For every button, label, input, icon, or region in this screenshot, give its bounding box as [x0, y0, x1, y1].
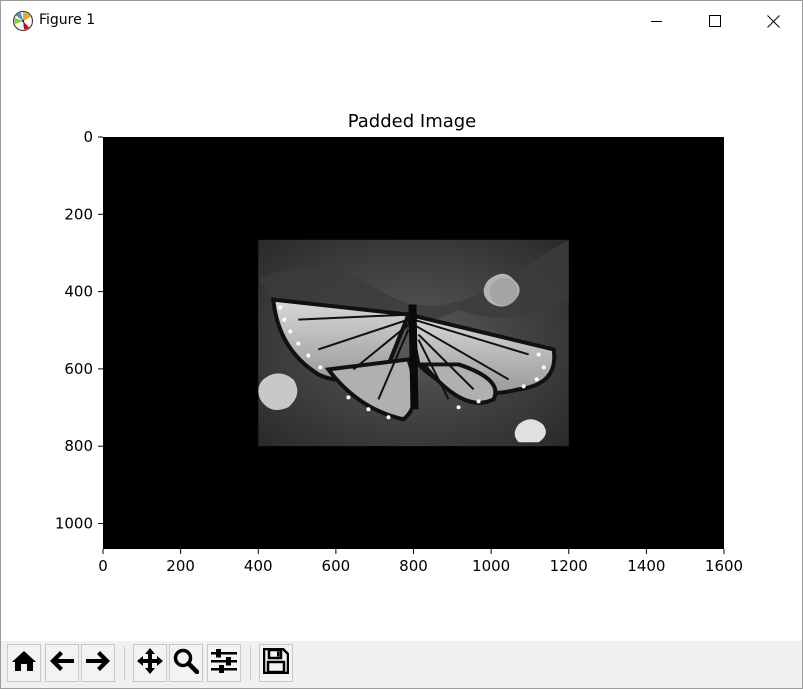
chart-title: Padded Image — [348, 111, 477, 132]
title-bar[interactable]: Figure 1 — [1, 1, 802, 41]
maximize-icon — [709, 15, 721, 27]
x-tick-label: 1000 — [472, 557, 510, 575]
floppy-disk-icon — [262, 647, 290, 678]
x-tick-label: 600 — [322, 557, 351, 575]
window-title: Figure 1 — [39, 12, 96, 28]
subplots-button[interactable] — [207, 644, 241, 682]
toolbar-separator — [250, 646, 251, 680]
navigation-toolbar — [1, 641, 802, 688]
x-tick-label: 400 — [244, 557, 273, 575]
figure-canvas[interactable]: Padded Image 0 200 400 600 800 1000 1200… — [1, 41, 802, 641]
x-tick-label: 1600 — [705, 557, 743, 575]
y-tick-label: 1000 — [55, 514, 93, 532]
home-button[interactable] — [7, 644, 41, 682]
image-plot: Padded Image 0 200 400 600 800 1000 1200… — [55, 111, 743, 575]
close-icon — [766, 14, 780, 28]
x-tick-label: 1400 — [627, 557, 665, 575]
minimize-icon — [651, 15, 663, 27]
x-axis: 0 200 400 600 800 1000 1200 1400 1600 — [98, 549, 743, 575]
figure-window: Figure 1 Padded Image 0 200 400 600 800 … — [0, 0, 803, 689]
move-icon — [137, 648, 163, 678]
zoom-button[interactable] — [169, 644, 203, 682]
x-tick-label: 0 — [98, 557, 108, 575]
y-tick-label: 800 — [64, 437, 93, 455]
y-axis: 0 200 400 600 800 1000 — [55, 128, 103, 532]
home-icon — [11, 649, 37, 677]
y-tick-label: 400 — [64, 283, 93, 301]
forward-button[interactable] — [81, 644, 115, 682]
arrow-left-icon — [49, 649, 75, 677]
magnifier-icon — [173, 648, 200, 678]
toolbar-separator — [124, 646, 125, 680]
butterfly-photo — [258, 239, 569, 447]
sliders-icon — [210, 649, 238, 677]
arrow-right-icon — [85, 649, 111, 677]
pan-button[interactable] — [133, 644, 167, 682]
y-tick-label: 0 — [83, 128, 93, 146]
x-tick-label: 1200 — [550, 557, 588, 575]
x-tick-label: 200 — [166, 557, 195, 575]
save-button[interactable] — [259, 644, 293, 682]
back-button[interactable] — [45, 644, 79, 682]
y-tick-label: 600 — [64, 360, 93, 378]
maximize-button[interactable] — [686, 1, 744, 41]
y-tick-label: 200 — [64, 205, 93, 223]
x-tick-label: 800 — [399, 557, 428, 575]
matplotlib-logo-icon — [12, 10, 34, 32]
close-button[interactable] — [744, 1, 802, 41]
minimize-button[interactable] — [628, 1, 686, 41]
